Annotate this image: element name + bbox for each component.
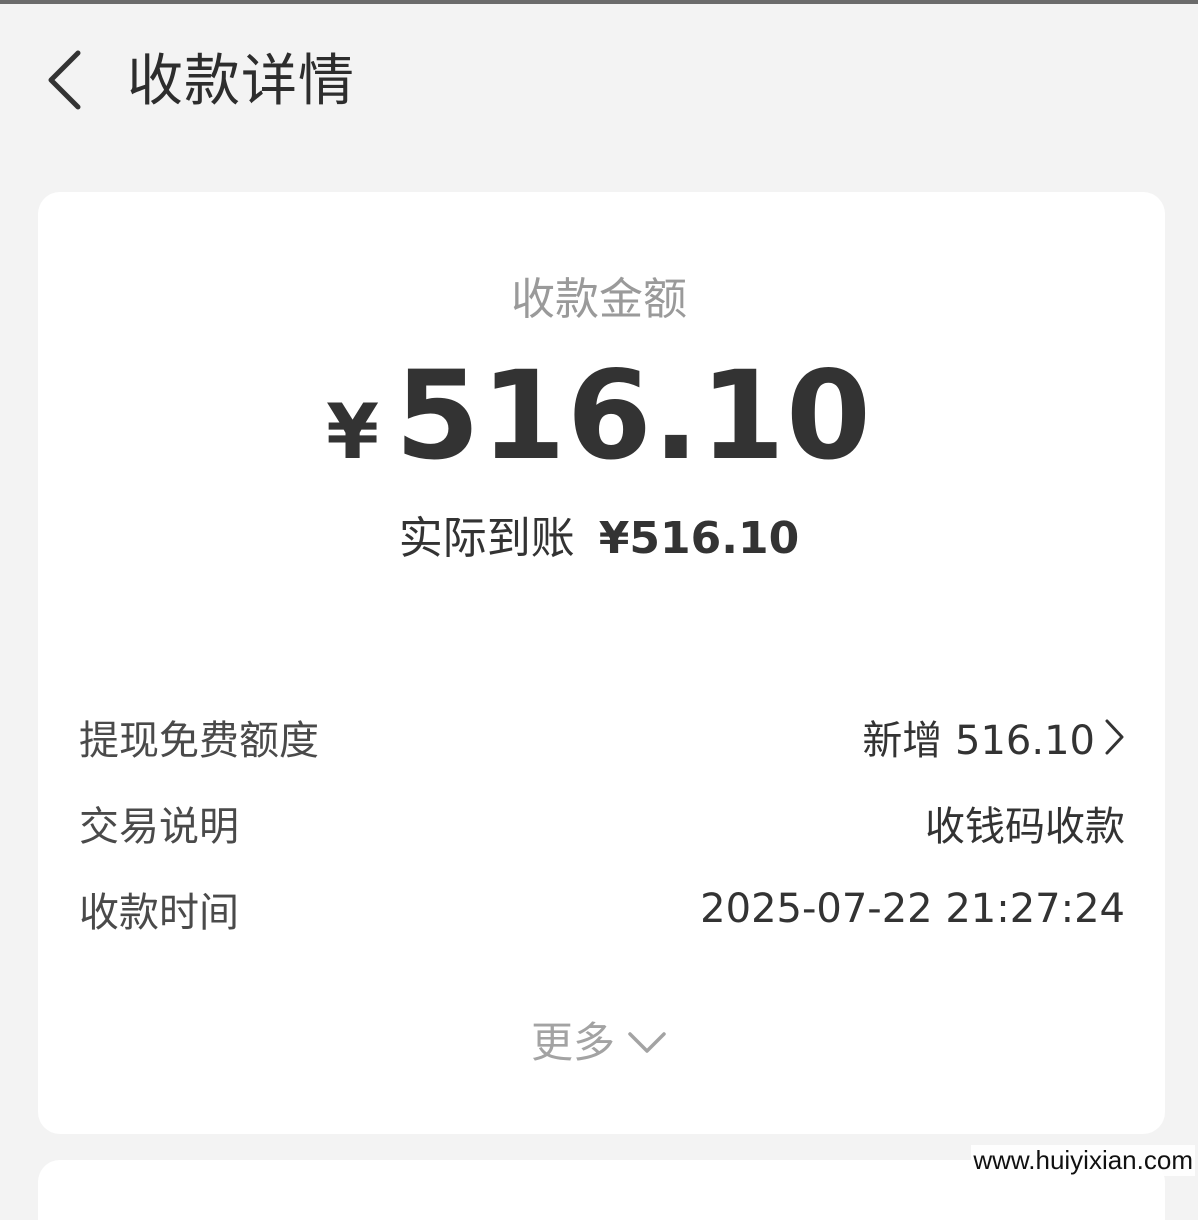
row-free-withdrawal-quota[interactable]: 提现免费额度 新增 516.10 xyxy=(79,707,1125,767)
row-label: 收款时间 xyxy=(79,890,239,936)
row-payment-time: 收款时间 2025-07-22 21:27:24 xyxy=(79,879,1125,939)
chevron-right-icon xyxy=(1103,718,1125,756)
currency-symbol: ¥ xyxy=(326,387,380,476)
chevron-down-icon xyxy=(627,1030,667,1056)
row-value: 新增 516.10 xyxy=(862,718,1095,764)
header: 收款详情 xyxy=(0,4,1198,154)
more-button[interactable]: 更多 xyxy=(0,1013,1198,1073)
chevron-left-icon xyxy=(44,49,84,115)
back-button[interactable] xyxy=(36,50,92,114)
payment-detail-card xyxy=(38,192,1165,1134)
received-label: 实际到账 xyxy=(398,513,575,564)
page-title: 收款详情 xyxy=(127,49,355,114)
row-transaction-description: 交易说明 收钱码收款 xyxy=(79,793,1125,853)
amount-label: 收款金额 xyxy=(511,274,687,325)
received-value: ¥516.10 xyxy=(598,513,800,564)
row-value: 收钱码收款 xyxy=(925,804,1125,850)
amount-value: 516.10 xyxy=(395,345,872,487)
row-value-wrapper: 新增 516.10 xyxy=(862,708,1125,766)
row-label: 提现免费额度 xyxy=(79,718,319,764)
row-label: 交易说明 xyxy=(79,804,239,850)
row-value: 2025-07-22 21:27:24 xyxy=(700,886,1125,932)
received-amount-line: 实际到账 ¥516.10 xyxy=(0,510,1198,568)
amount-display: ¥ 516.10 xyxy=(0,345,1198,487)
watermark: www.huiyixian.com xyxy=(971,1145,1195,1176)
more-label: 更多 xyxy=(530,1018,615,1067)
